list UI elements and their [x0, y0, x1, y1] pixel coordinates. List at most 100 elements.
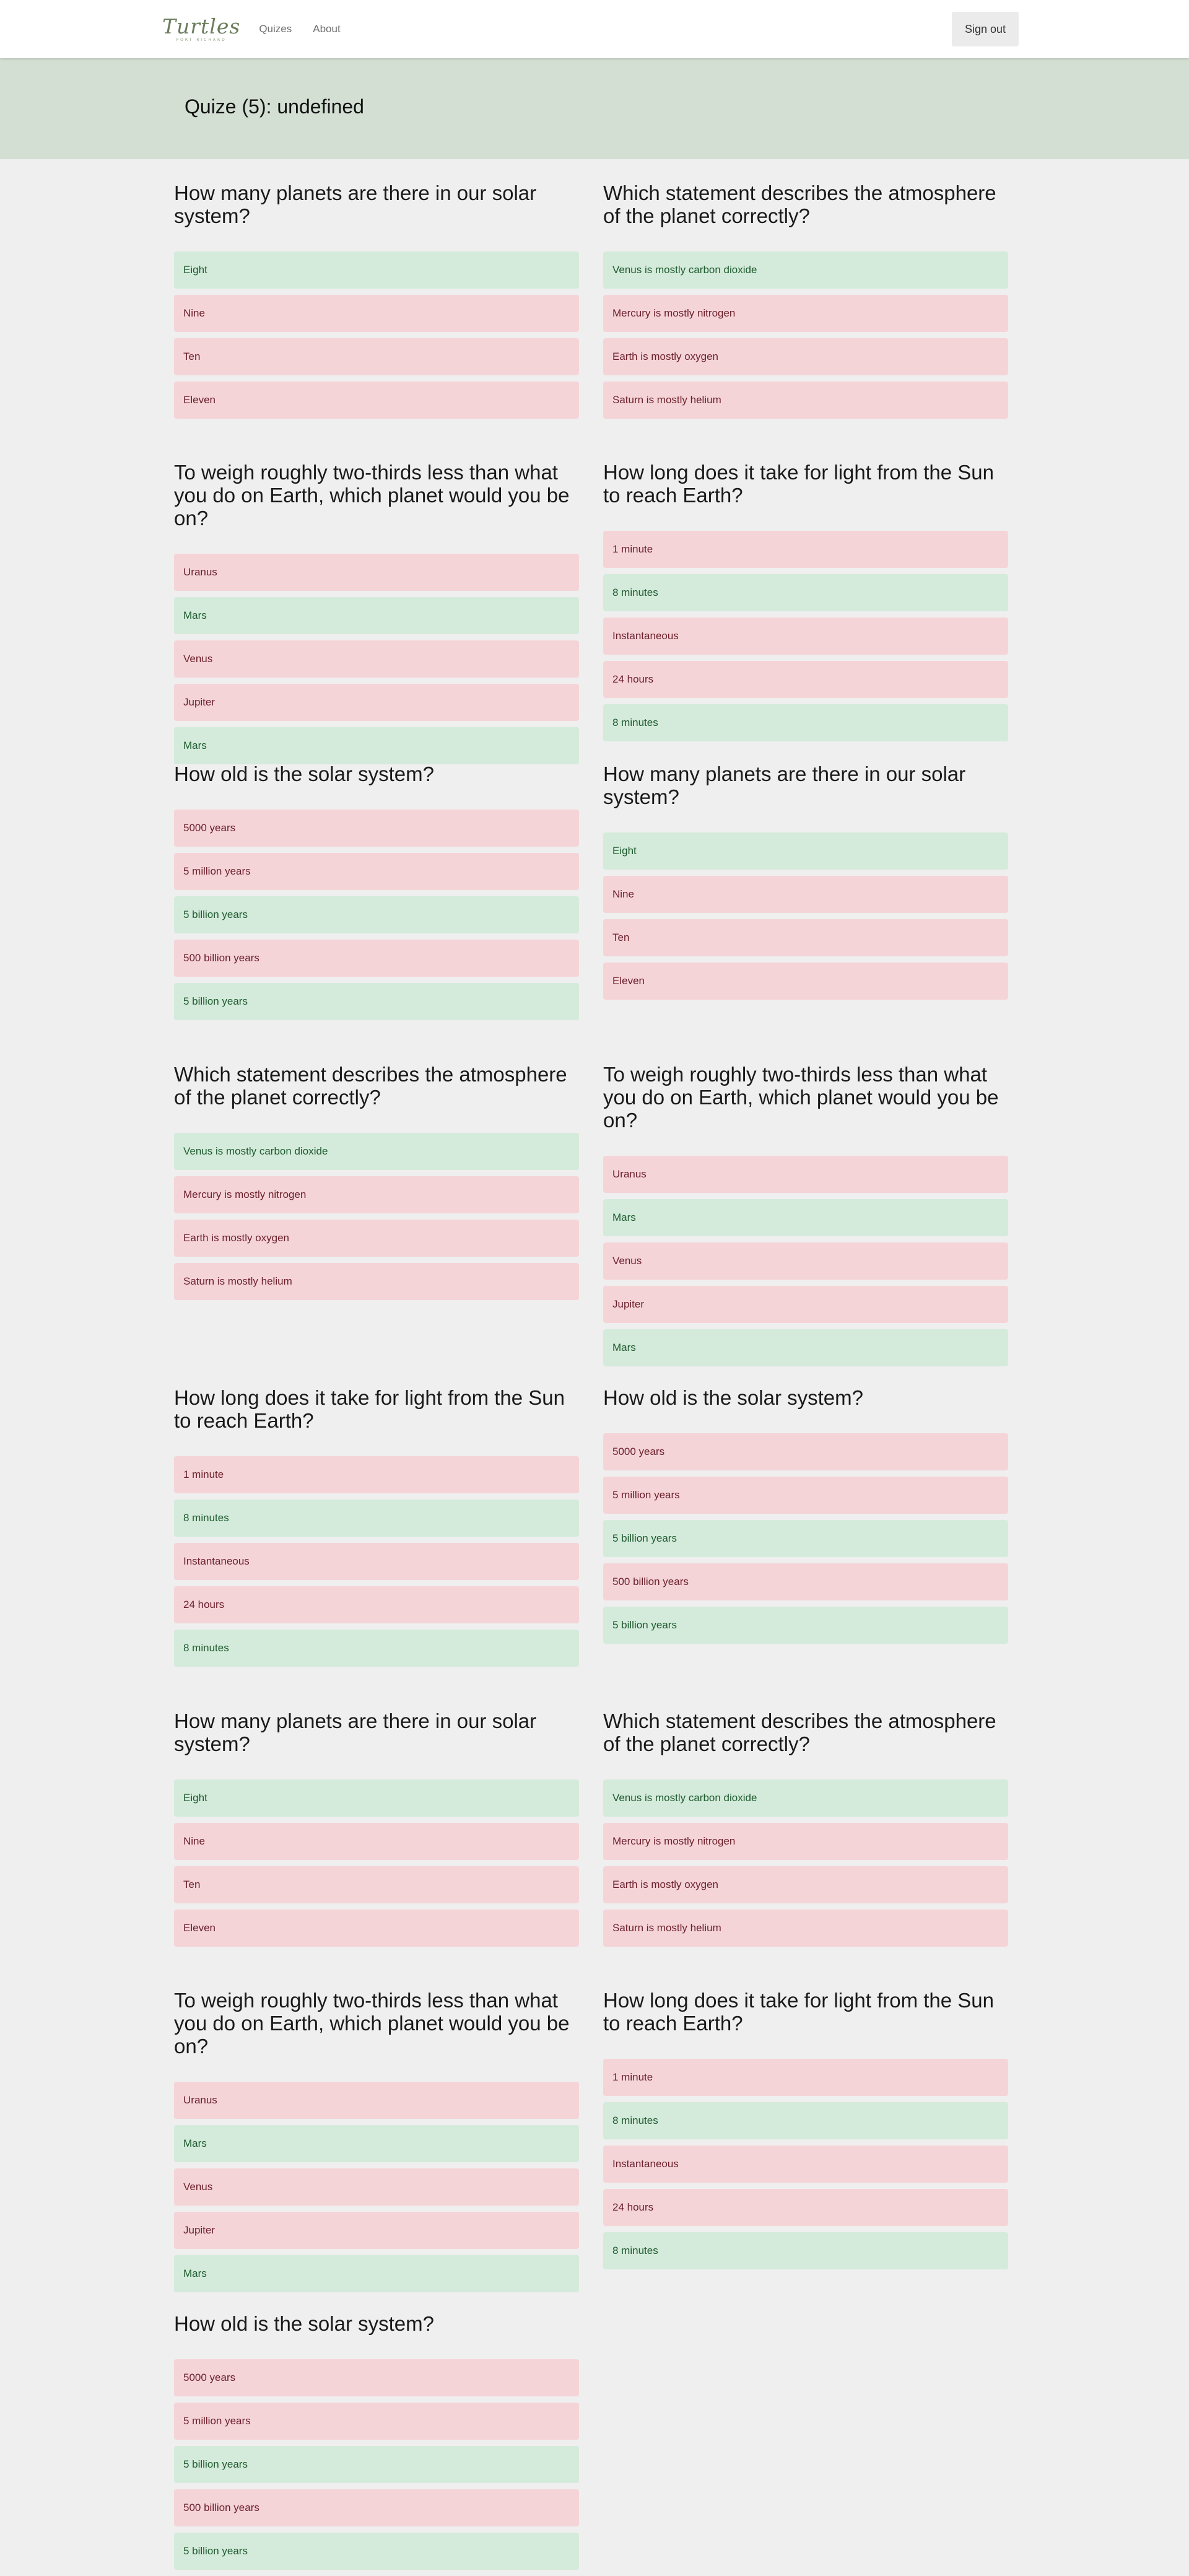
answer-option-correct[interactable]: 5 billion years	[174, 983, 579, 1020]
answer-option-correct[interactable]: Mars	[174, 2125, 579, 2162]
answer-option-wrong[interactable]: 500 billion years	[174, 2489, 579, 2526]
answer-option-wrong[interactable]: Mercury is mostly nitrogen	[603, 295, 1008, 332]
answer-option-correct[interactable]: Mars	[603, 1199, 1008, 1236]
question-card: How old is the solar system? 5000 years 5 …	[174, 2312, 579, 2576]
answer-option-wrong[interactable]: Uranus	[174, 554, 579, 591]
question-text: To weigh roughly two-thirds less than wh…	[174, 461, 570, 530]
answer-option-wrong[interactable]: Nine	[174, 1823, 579, 1860]
question-card: To weigh roughly two-thirds less than wh…	[174, 461, 579, 771]
answer-option-correct[interactable]: Eight	[174, 251, 579, 289]
quiz-title-band: Quize (5): undefined	[0, 58, 1189, 159]
answer-option-wrong[interactable]: Instantaneous	[603, 618, 1008, 655]
answer-option-wrong[interactable]: Ten	[174, 338, 579, 375]
answer-option-wrong[interactable]: Jupiter	[174, 684, 579, 721]
answer-option-wrong[interactable]: Instantaneous	[174, 1543, 579, 1580]
question-text: How old is the solar system?	[174, 762, 434, 785]
answer-option-wrong[interactable]: Ten	[603, 919, 1008, 956]
answer-option-correct[interactable]: Venus is mostly carbon dioxide	[603, 1779, 1008, 1817]
nav-link-quizes[interactable]: Quizes	[259, 23, 292, 35]
answer-option-correct[interactable]: 5 billion years	[174, 896, 579, 933]
answer-option-wrong[interactable]: Venus	[603, 1242, 1008, 1280]
page-title: Quize (5): undefined	[185, 95, 364, 118]
answer-option-wrong[interactable]: Ten	[174, 1866, 579, 1903]
answer-option-correct[interactable]: Venus is mostly carbon dioxide	[603, 251, 1008, 289]
answer-option-wrong[interactable]: 24 hours	[603, 661, 1008, 698]
answer-option-wrong[interactable]: Saturn is mostly helium	[174, 1263, 579, 1300]
answer-option-correct[interactable]: 5 billion years	[603, 1607, 1008, 1644]
question-card: How old is the solar system? 5000 years 5 …	[603, 1386, 1008, 1650]
question-text: To weigh roughly two-thirds less than wh…	[174, 1989, 570, 2058]
answer-option-wrong[interactable]: 500 billion years	[174, 940, 579, 977]
question-text: How many planets are there in our solar …	[603, 762, 966, 808]
answer-option-correct[interactable]: 8 minutes	[603, 2102, 1008, 2139]
answer-option-wrong[interactable]: 5 million years	[174, 2403, 579, 2440]
answer-option-wrong[interactable]: Saturn is mostly helium	[603, 1910, 1008, 1947]
answer-option-correct[interactable]: 5 billion years	[603, 1520, 1008, 1557]
answer-option-wrong[interactable]: Eleven	[174, 382, 579, 419]
answer-option-correct[interactable]: 5 billion years	[174, 2533, 579, 2570]
question-card: How many planets are there in our solar …	[174, 181, 579, 425]
question-card: How long does it take for light from the…	[603, 461, 1008, 748]
answer-option-wrong[interactable]: Nine	[174, 295, 579, 332]
answer-option-wrong[interactable]: 24 hours	[603, 2189, 1008, 2226]
answer-option-correct[interactable]: Eight	[603, 832, 1008, 870]
answer-option-wrong[interactable]: Eleven	[603, 963, 1008, 1000]
answer-option-wrong[interactable]: Mercury is mostly nitrogen	[603, 1823, 1008, 1860]
question-card: To weigh roughly two-thirds less than wh…	[174, 1989, 579, 2299]
answer-option-wrong[interactable]: Venus	[174, 640, 579, 678]
answer-option-wrong[interactable]: Venus	[174, 2168, 579, 2206]
answer-option-wrong[interactable]: Jupiter	[603, 1286, 1008, 1323]
answer-option-wrong[interactable]: Mercury is mostly nitrogen	[174, 1176, 579, 1213]
answer-option-wrong[interactable]: 1 minute	[174, 1456, 579, 1493]
answer-option-wrong[interactable]: Instantaneous	[603, 2146, 1008, 2183]
answer-option-wrong[interactable]: 1 minute	[603, 531, 1008, 568]
question-card: How long does it take for light from the…	[174, 1386, 579, 1673]
logo-tagline: PORT RICHARD	[176, 38, 227, 42]
question-card: How many planets are there in our solar …	[174, 1709, 579, 1953]
question-text: How old is the solar system?	[603, 1386, 863, 1409]
top-navbar: Turtles PORT RICHARD Quizes About Sign o…	[0, 0, 1189, 58]
question-text: How long does it take for light from the…	[603, 461, 994, 507]
answer-option-wrong[interactable]: Saturn is mostly helium	[603, 382, 1008, 419]
answer-option-correct[interactable]: 8 minutes	[174, 1500, 579, 1537]
answer-option-correct[interactable]: Venus is mostly carbon dioxide	[174, 1133, 579, 1170]
answer-option-wrong[interactable]: Earth is mostly oxygen	[174, 1220, 579, 1257]
answer-option-wrong[interactable]: 5000 years	[603, 1433, 1008, 1470]
answer-option-correct[interactable]: 8 minutes	[603, 2232, 1008, 2269]
answer-option-wrong[interactable]: Uranus	[603, 1156, 1008, 1193]
answer-option-correct[interactable]: 8 minutes	[603, 704, 1008, 741]
answer-option-wrong[interactable]: 1 minute	[603, 2059, 1008, 2096]
answer-option-correct[interactable]: 8 minutes	[174, 1630, 579, 1667]
question-text: How many planets are there in our solar …	[174, 1709, 537, 1755]
answer-option-correct[interactable]: Mars	[603, 1329, 1008, 1366]
question-text: How old is the solar system?	[174, 2312, 434, 2335]
answer-option-correct[interactable]: 8 minutes	[603, 574, 1008, 611]
answer-option-correct[interactable]: Eight	[174, 1779, 579, 1817]
answer-option-wrong[interactable]: Uranus	[174, 2082, 579, 2119]
question-text: Which statement describes the atmosphere…	[603, 181, 996, 227]
answer-option-wrong[interactable]: Nine	[603, 876, 1008, 913]
brand-logo[interactable]: Turtles PORT RICHARD	[162, 16, 240, 42]
question-card: Which statement describes the atmosphere…	[174, 1063, 579, 1306]
question-text: Which statement describes the atmosphere…	[174, 1063, 567, 1109]
answer-option-correct[interactable]: Mars	[174, 2255, 579, 2292]
nav-link-about[interactable]: About	[313, 23, 340, 35]
question-card: How many planets are there in our solar …	[603, 762, 1008, 1006]
answer-option-wrong[interactable]: 5000 years	[174, 2359, 579, 2396]
answer-option-correct[interactable]: 5 billion years	[174, 2446, 579, 2483]
answer-option-wrong[interactable]: Earth is mostly oxygen	[603, 1866, 1008, 1903]
sign-out-button[interactable]: Sign out	[952, 12, 1019, 46]
question-text: To weigh roughly two-thirds less than wh…	[603, 1063, 999, 1132]
answer-option-wrong[interactable]: 5 million years	[603, 1477, 1008, 1514]
answer-option-correct[interactable]: Mars	[174, 597, 579, 634]
answer-option-wrong[interactable]: 5 million years	[174, 853, 579, 890]
answer-option-wrong[interactable]: 24 hours	[174, 1586, 579, 1623]
answer-option-correct[interactable]: Mars	[174, 727, 579, 764]
question-text: How long does it take for light from the…	[174, 1386, 565, 1432]
question-card: Which statement describes the atmosphere…	[603, 1709, 1008, 1953]
answer-option-wrong[interactable]: Earth is mostly oxygen	[603, 338, 1008, 375]
answer-option-wrong[interactable]: 5000 years	[174, 810, 579, 847]
answer-option-wrong[interactable]: Jupiter	[174, 2212, 579, 2249]
answer-option-wrong[interactable]: 500 billion years	[603, 1563, 1008, 1600]
answer-option-wrong[interactable]: Eleven	[174, 1910, 579, 1947]
